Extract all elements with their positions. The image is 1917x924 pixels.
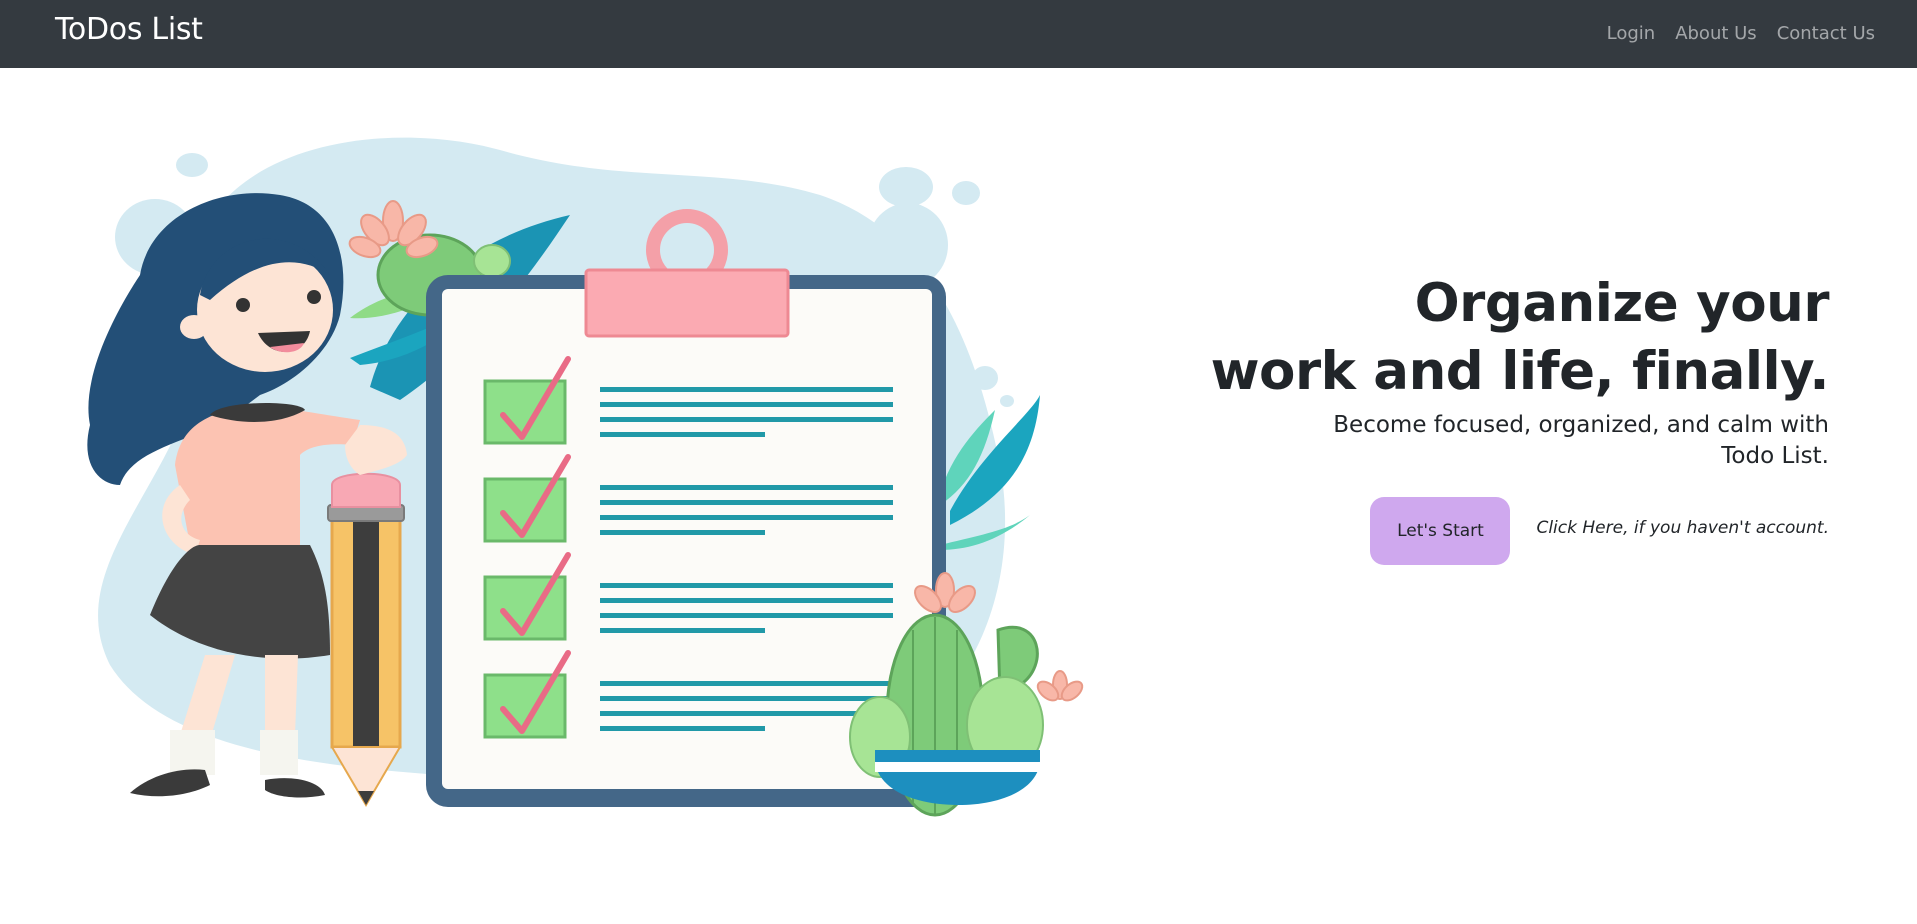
hero-subtitle: Become focused, organized, and calm with…: [1209, 410, 1829, 472]
bubble-shape: [868, 203, 948, 287]
bubble-shape: [879, 167, 933, 207]
signup-hint-text: Click Here, if you haven't account.: [1536, 518, 1829, 538]
top-navbar: ToDos List Login About Us Contact Us: [0, 0, 1917, 68]
nav-login-link[interactable]: Login: [1607, 22, 1656, 46]
cta-row: Let's Start Click Here, if you haven't a…: [1370, 497, 1829, 565]
nav-links: Login About Us Contact Us: [1607, 22, 1875, 46]
hero-headline: Organize your work and life, finally.: [1209, 270, 1830, 406]
hero-subtitle-line-1: Become focused, organized, and calm with: [1333, 412, 1829, 438]
clipboard-clip: [584, 268, 790, 338]
hero-headline-line-1: Organize your: [1414, 273, 1830, 334]
hero-headline-line-2: work and life, finally.: [1210, 341, 1830, 402]
nav-contact-us-link[interactable]: Contact Us: [1777, 22, 1875, 46]
pencil-shape: [327, 472, 405, 807]
bubble-shape: [1000, 395, 1014, 407]
nav-about-us-link[interactable]: About Us: [1675, 22, 1757, 46]
cactus-shape: [473, 244, 511, 278]
hero-text-block: Organize your work and life, finally. Be…: [1209, 270, 1830, 472]
bubble-shape: [176, 153, 208, 177]
lets-start-button[interactable]: Let's Start: [1370, 497, 1511, 565]
todo-illustration: [87, 137, 1084, 817]
bubble-shape: [972, 366, 998, 390]
brand-link[interactable]: ToDos List: [55, 10, 203, 50]
hero-subtitle-line-2: Todo List.: [1721, 443, 1829, 469]
bubble-shape: [952, 181, 980, 205]
